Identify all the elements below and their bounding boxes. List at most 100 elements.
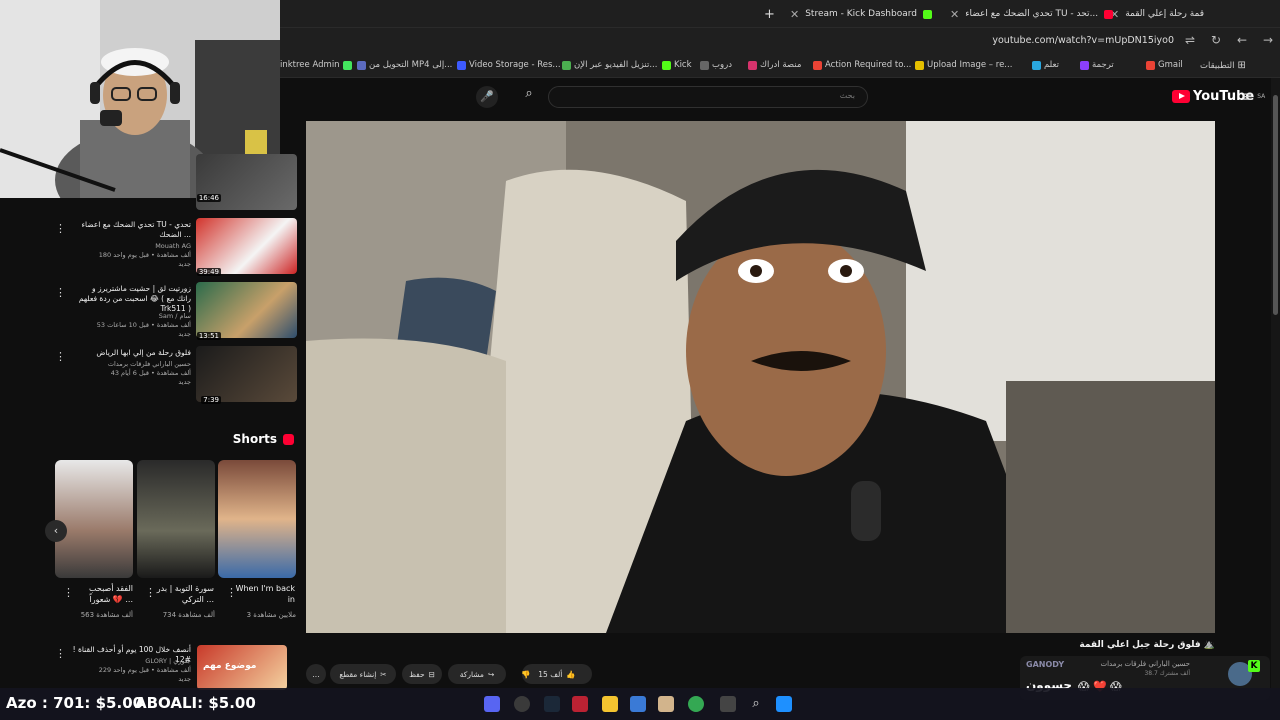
more-options-icon[interactable]: ⋮ — [55, 222, 66, 235]
tab-label: تحدي الضحك مع اعضاء TU - تحد... — [965, 9, 1099, 19]
more-options-icon[interactable]: ⋮ — [55, 647, 66, 660]
save-button[interactable]: حفظ ⊟ — [402, 664, 442, 684]
bookmark-apps[interactable]: التطبيقات ⊞ — [1200, 60, 1246, 71]
duration-badge: 7:39 — [201, 396, 221, 404]
video-title[interactable]: تحدي الضحك مع اعضاء TU - تحدي الضحك ... — [73, 220, 192, 240]
steam-icon[interactable] — [544, 696, 560, 712]
windows-start-icon[interactable] — [776, 696, 792, 712]
dislike-button[interactable]: 👎 — [514, 664, 538, 684]
bookmark-linktree[interactable]: inktree Admin — [280, 60, 352, 70]
menu-icon[interactable]: ≡ — [1242, 89, 1254, 105]
clip-button[interactable]: إنشاء مقطع ✂ — [330, 664, 396, 684]
video-meta: Mouath AG 180 ألف مشاهدة • قبل يوم واحد … — [98, 242, 191, 268]
video-meta: حسين الباراني فلرقات برمدات 43 ألف مشاهد… — [107, 360, 191, 386]
donation-ticker: ABOALI: $5.00 — [135, 694, 256, 712]
tab-challenge[interactable]: ✕ تحدي الضحك مع اعضاء TU - تحد... — [950, 4, 1114, 24]
bookmark-upload-image[interactable]: Upload Image – re... — [915, 60, 1012, 70]
bookmark-video-storage[interactable]: Video Storage - Res... — [457, 60, 561, 70]
video-thumbnail[interactable]: موضوع مهم — [197, 645, 287, 690]
youtube-play-icon — [1172, 90, 1190, 103]
new-tab-button[interactable]: + — [764, 4, 775, 24]
video-thumbnail[interactable] — [196, 218, 297, 274]
video-title[interactable]: زورتيت لق | حشيت ماشتريرز و اسحبت من ردة… — [73, 284, 191, 314]
shorts-title: Shorts — [232, 432, 277, 446]
video-frame — [306, 121, 1215, 633]
bookmark-action-required[interactable]: Action Required to... — [813, 60, 911, 70]
forward-icon[interactable]: ← — [1234, 33, 1250, 47]
more-actions-button[interactable]: ... — [306, 664, 326, 684]
video-actions: 15 ألف 👍 👎 مشاركة ↪ حفظ ⊟ إنشاء مقطع ✂ ... — [306, 662, 596, 686]
apps-grid-icon: ⊞ — [1237, 60, 1246, 71]
short-thumbnail[interactable] — [55, 460, 133, 578]
more-options-icon[interactable]: ⋮ — [55, 286, 66, 299]
list-item[interactable]: موضوع مهم أنصف خلال 100 يوم أو أحذف القن… — [55, 643, 297, 690]
bookmark-gmail[interactable]: Gmail — [1146, 60, 1183, 70]
tab-kick-dashboard[interactable]: ✕ Stream - Kick Dashboard — [790, 4, 933, 24]
more-options-icon[interactable]: ⋮ — [55, 350, 66, 363]
more-options-icon[interactable]: ⋮ — [145, 586, 156, 599]
task-view-icon[interactable] — [720, 696, 736, 712]
list-item[interactable]: 7:39 فلوق رحلة من إلي ابها الرياض حسين ا… — [55, 346, 297, 406]
list-item[interactable]: 39:49 تحدي الضحك مع اعضاء TU - تحدي الضح… — [55, 218, 297, 278]
gmail-icon — [813, 60, 822, 70]
video-player[interactable] — [306, 121, 1215, 633]
short-title[interactable]: سورة التوبة | بدر التركي ... — [152, 583, 214, 605]
duration-badge: 16:46 — [196, 194, 221, 202]
recommendations-list: 16:46 39:49 تحدي الضحك مع اعضاء TU - تحد… — [55, 154, 297, 410]
kick-icon: K — [1248, 660, 1260, 672]
download-icon — [562, 60, 571, 70]
video-thumbnail[interactable] — [196, 346, 297, 402]
address-bar: → ← ↻ ⇌ youtube.com/watch?v=mUpDN15iyo0 — [280, 28, 1280, 54]
kick-icon — [662, 60, 671, 70]
bookmark-kick[interactable]: Kick — [662, 60, 692, 70]
youtube-header: 🎤 ⌕ بحث YouTube SA ≡ — [280, 78, 1280, 118]
duration-badge: 39:49 — [196, 268, 221, 276]
browser-tab-bar: ✕ قمة رحلة إعلي القمة ✕ تحدي الضحك مع اع… — [280, 0, 1280, 28]
list-item[interactable]: 16:46 — [55, 154, 297, 210]
short-title[interactable]: الفقد أصبحب شعوراً 💔 ... — [71, 583, 133, 605]
more-options-icon[interactable]: ⋮ — [63, 586, 74, 599]
scrollbar-thumb[interactable] — [1273, 95, 1278, 315]
close-tab-icon[interactable]: ✕ — [950, 8, 959, 21]
voice-search-icon[interactable]: 🎤 — [476, 86, 498, 108]
app-icon[interactable] — [658, 696, 674, 712]
video-meta: Sam / سام 53 ألف مشاهدة • قبل 10 ساعات ج… — [96, 312, 191, 338]
video-title[interactable]: فلوق رحلة من إلي ابها الرياض — [73, 348, 191, 358]
close-tab-icon[interactable]: ✕ — [790, 8, 799, 21]
share-button[interactable]: مشاركة ↪ — [448, 664, 506, 684]
convert-icon — [357, 60, 366, 70]
bookmark-learn[interactable]: تعلم — [1032, 60, 1059, 70]
short-thumbnail[interactable] — [218, 460, 296, 578]
obs-icon[interactable] — [514, 696, 530, 712]
chrome-icon[interactable] — [688, 696, 704, 712]
reload-icon[interactable]: ↻ — [1208, 33, 1224, 47]
thumbs-down-icon: 👎 — [521, 669, 531, 679]
thumbs-up-icon: 👍 — [566, 669, 576, 679]
search-icon[interactable]: ⌕ — [748, 696, 764, 712]
search-input[interactable]: بحث — [548, 86, 868, 108]
short-thumbnail[interactable] — [137, 460, 215, 578]
shorts-header: Shorts — [55, 430, 297, 450]
search-icon[interactable]: ⌕ — [516, 86, 542, 108]
back-icon[interactable]: → — [1260, 33, 1276, 47]
scissors-icon: ✂ — [380, 669, 387, 679]
tab-label: قمة رحلة إعلي القمة — [1125, 9, 1205, 19]
bookmark-translate[interactable]: ترجمة — [1080, 60, 1114, 70]
url-input[interactable]: youtube.com/watch?v=mUpDN15iyo0 — [992, 35, 1174, 46]
youtube-favicon-icon — [1104, 9, 1114, 19]
bookmark-duroob[interactable]: دروب — [700, 60, 732, 70]
short-title[interactable]: When I'm back in — [233, 583, 295, 605]
more-options-icon[interactable]: ⋮ — [226, 586, 237, 599]
site-settings-icon[interactable]: ⇌ — [1182, 33, 1198, 47]
bookmark-edraak[interactable]: منصة ادراك — [748, 60, 801, 70]
voicemod-icon[interactable] — [572, 696, 588, 712]
shorts-prev-button[interactable]: ‹ — [45, 520, 67, 542]
folder-icon[interactable] — [602, 696, 618, 712]
list-item[interactable]: 13:51 زورتيت لق | حشيت ماشتريرز و اسحبت … — [55, 282, 297, 342]
bookmark-video-download[interactable]: تنزيل الفيديو عبر الإن... — [562, 60, 657, 70]
discord-icon[interactable] — [484, 696, 500, 712]
tab-active[interactable]: ✕ قمة رحلة إعلي القمة — [1110, 4, 1204, 24]
bookmark-mp4-convert[interactable]: التحويل من MP4 إلى... — [357, 60, 452, 70]
video-thumbnail[interactable] — [196, 282, 297, 338]
store-icon[interactable] — [630, 696, 646, 712]
